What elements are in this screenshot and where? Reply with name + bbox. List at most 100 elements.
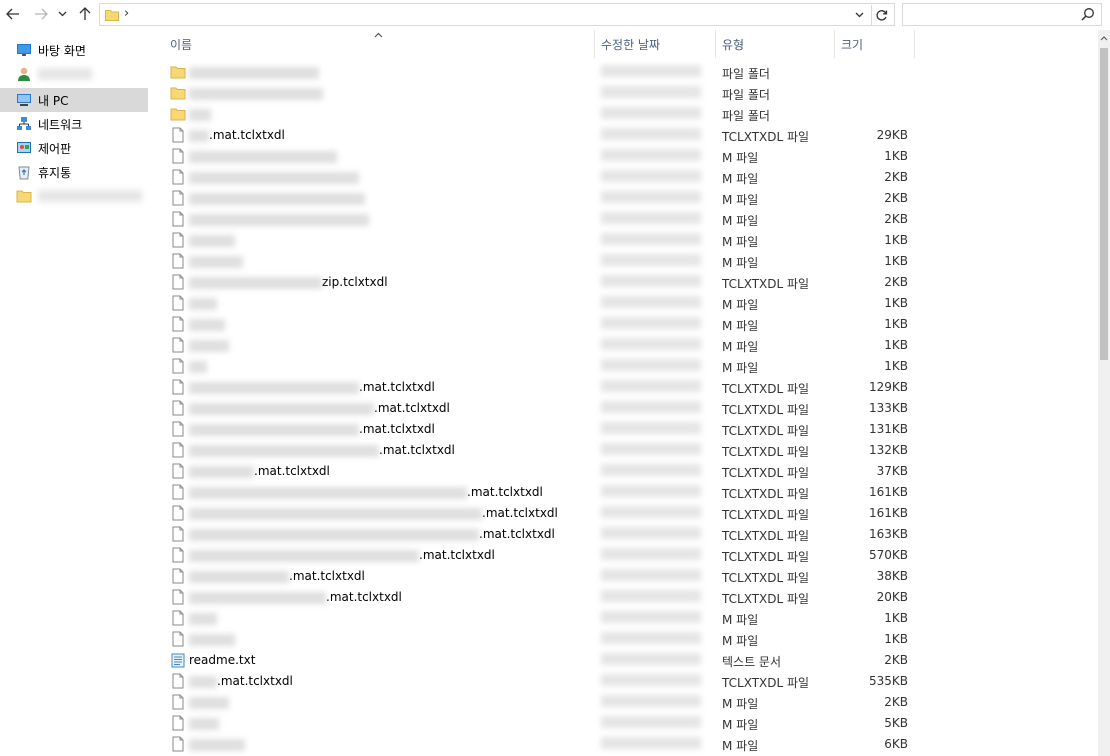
file-row[interactable]: .mat.tclxtxdl TCLXTXDL 파일 163KB bbox=[152, 524, 1098, 545]
up-button[interactable] bbox=[75, 4, 95, 24]
file-row[interactable]: M 파일 1KB bbox=[152, 230, 1098, 251]
arrow-up-icon bbox=[79, 7, 91, 20]
file-size: 535KB bbox=[868, 674, 908, 688]
vertical-scrollbar[interactable] bbox=[1098, 30, 1110, 756]
sidebar-item-network[interactable]: 네트워크 bbox=[0, 112, 148, 136]
file-row[interactable]: .mat.tclxtxdl TCLXTXDL 파일 131KB bbox=[152, 419, 1098, 440]
column-type-header[interactable]: 유형 bbox=[722, 30, 832, 58]
file-row[interactable]: .mat.tclxtxdl TCLXTXDL 파일 133KB bbox=[152, 398, 1098, 419]
file-row[interactable]: M 파일 1KB bbox=[152, 608, 1098, 629]
file-size: 1KB bbox=[884, 296, 908, 310]
file-name: .mat.tclxtxdl bbox=[189, 506, 558, 520]
redacted-text bbox=[189, 255, 243, 268]
sidebar-item-label: 휴지통 bbox=[38, 166, 72, 180]
file-row[interactable]: .mat.tclxtxdl TCLXTXDL 파일 37KB bbox=[152, 461, 1098, 482]
redacted-text bbox=[189, 129, 209, 142]
file-icon bbox=[172, 484, 184, 500]
file-row[interactable]: M 파일 1KB bbox=[152, 251, 1098, 272]
file-name-visible: .mat.tclxtxdl bbox=[359, 380, 435, 394]
redacted-text bbox=[189, 276, 322, 289]
file-size: 163KB bbox=[868, 527, 908, 541]
recent-locations-button[interactable] bbox=[55, 4, 69, 24]
file-size: 1KB bbox=[884, 149, 908, 163]
forward-button[interactable] bbox=[31, 4, 51, 24]
file-row[interactable]: .mat.tclxtxdl TCLXTXDL 파일 20KB bbox=[152, 587, 1098, 608]
file-row[interactable]: .mat.tclxtxdl TCLXTXDL 파일 38KB bbox=[152, 566, 1098, 587]
file-row[interactable]: .mat.tclxtxdl TCLXTXDL 파일 161KB bbox=[152, 482, 1098, 503]
redacted-text bbox=[189, 108, 211, 121]
folder-icon bbox=[105, 10, 119, 21]
sidebar-item-folder[interactable] bbox=[0, 184, 148, 208]
file-row[interactable]: M 파일 1KB bbox=[152, 146, 1098, 167]
sidebar-item-label: 내 PC bbox=[38, 94, 69, 108]
file-row[interactable]: M 파일 1KB bbox=[152, 356, 1098, 377]
column-divider[interactable] bbox=[834, 30, 835, 58]
sidebar-item-this-pc[interactable]: 내 PC bbox=[0, 88, 148, 112]
file-row[interactable]: M 파일 2KB bbox=[152, 188, 1098, 209]
address-bar-row: › bbox=[0, 0, 1110, 30]
file-row[interactable]: M 파일 1KB bbox=[152, 335, 1098, 356]
breadcrumb-separator[interactable]: › bbox=[124, 6, 129, 21]
sidebar-item-desktop[interactable]: 바탕 화면 bbox=[0, 38, 148, 62]
file-row[interactable]: readme.txt 텍스트 문서 2KB bbox=[152, 650, 1098, 671]
file-row[interactable]: M 파일 1KB bbox=[152, 314, 1098, 335]
file-row[interactable]: .mat.tclxtxdl TCLXTXDL 파일 129KB bbox=[152, 377, 1098, 398]
column-modified-header[interactable]: 수정한 날짜 bbox=[601, 30, 711, 58]
file-name bbox=[189, 716, 219, 730]
file-name bbox=[189, 254, 243, 268]
refresh-button[interactable] bbox=[871, 5, 891, 25]
file-type: TCLXTXDL 파일 bbox=[722, 550, 810, 564]
file-row[interactable]: M 파일 2KB bbox=[152, 209, 1098, 230]
navigation-pane: 바탕 화면 내 PC 네트워크 제어판 휴지통 bbox=[0, 30, 150, 756]
file-row[interactable]: .mat.tclxtxdl TCLXTXDL 파일 570KB bbox=[152, 545, 1098, 566]
file-type: M 파일 bbox=[722, 697, 759, 711]
column-divider[interactable] bbox=[594, 30, 595, 58]
column-divider[interactable] bbox=[715, 30, 716, 58]
redacted-text bbox=[189, 171, 359, 184]
file-row[interactable]: 파일 폴더 bbox=[152, 62, 1098, 83]
sidebar-item-control-panel[interactable]: 제어판 bbox=[0, 136, 148, 160]
file-row[interactable]: M 파일 5KB bbox=[152, 713, 1098, 734]
refresh-icon bbox=[876, 9, 888, 21]
search-input[interactable] bbox=[907, 7, 1072, 22]
scroll-up-button[interactable] bbox=[1098, 30, 1110, 47]
back-button[interactable] bbox=[3, 4, 23, 24]
file-size: 133KB bbox=[868, 401, 908, 415]
file-type: TCLXTXDL 파일 bbox=[722, 403, 810, 417]
column-divider[interactable] bbox=[914, 30, 915, 58]
file-modified-date bbox=[601, 107, 701, 122]
file-icon bbox=[172, 463, 184, 479]
file-name bbox=[189, 212, 369, 226]
file-name bbox=[189, 170, 359, 184]
file-row[interactable]: .mat.tclxtxdl TCLXTXDL 파일 161KB bbox=[152, 503, 1098, 524]
file-size: 2KB bbox=[884, 275, 908, 289]
file-row[interactable]: .mat.tclxtxdl TCLXTXDL 파일 535KB bbox=[152, 671, 1098, 692]
file-name-visible: .mat.tclxtxdl bbox=[419, 548, 495, 562]
file-row[interactable]: M 파일 6KB bbox=[152, 734, 1098, 755]
file-row[interactable]: zip.tclxtxdl TCLXTXDL 파일 2KB bbox=[152, 272, 1098, 293]
redacted-text bbox=[189, 738, 245, 751]
search-box[interactable] bbox=[902, 3, 1102, 26]
column-name-header[interactable]: 이름 bbox=[170, 30, 590, 58]
file-size: 132KB bbox=[868, 443, 908, 457]
file-row[interactable]: M 파일 2KB bbox=[152, 692, 1098, 713]
file-row[interactable]: M 파일 1KB bbox=[152, 293, 1098, 314]
file-icon bbox=[172, 442, 184, 458]
sidebar-item-user[interactable] bbox=[0, 62, 148, 86]
address-dropdown-button[interactable] bbox=[852, 7, 866, 23]
file-row[interactable]: M 파일 2KB bbox=[152, 167, 1098, 188]
file-modified-date bbox=[601, 401, 701, 416]
file-row[interactable]: M 파일 1KB bbox=[152, 629, 1098, 650]
file-modified-date bbox=[601, 317, 701, 332]
address-box[interactable]: › bbox=[99, 3, 895, 26]
file-icon bbox=[172, 127, 184, 143]
scroll-thumb[interactable] bbox=[1100, 48, 1108, 360]
file-row[interactable]: 파일 폴더 bbox=[152, 83, 1098, 104]
sidebar-item-recycle-bin[interactable]: 휴지통 bbox=[0, 160, 148, 184]
file-modified-date bbox=[601, 149, 701, 164]
file-row[interactable]: .mat.tclxtxdl TCLXTXDL 파일 132KB bbox=[152, 440, 1098, 461]
column-size-header[interactable]: 크기 bbox=[841, 30, 911, 58]
file-size: 2KB bbox=[884, 170, 908, 184]
file-row[interactable]: 파일 폴더 bbox=[152, 104, 1098, 125]
file-row[interactable]: .mat.tclxtxdl TCLXTXDL 파일 29KB bbox=[152, 125, 1098, 146]
